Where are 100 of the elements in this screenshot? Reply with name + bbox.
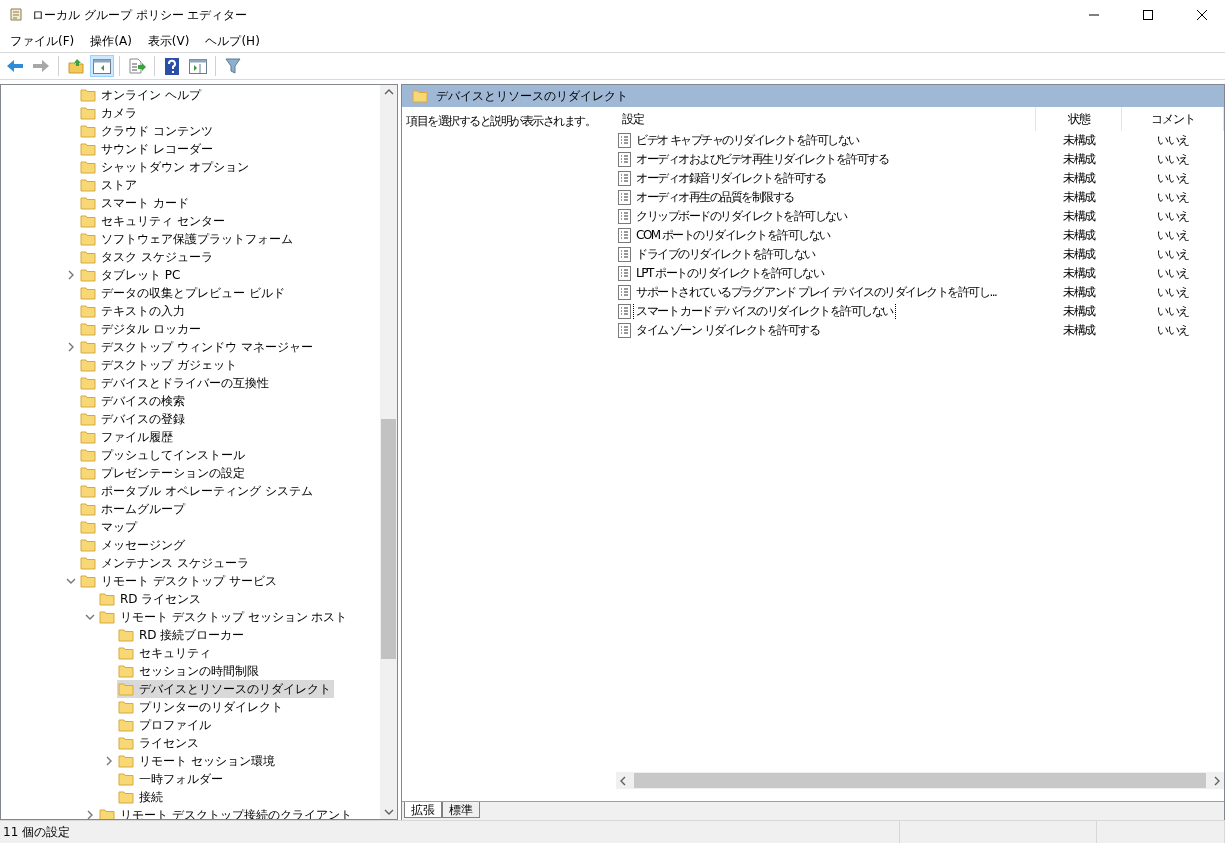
setting-name[interactable]: LPT ポートのリダイレクトを許可しない — [634, 265, 826, 282]
folder-icon — [80, 556, 96, 570]
chevron-right-icon[interactable] — [66, 342, 76, 352]
setting-name[interactable]: ビデオ キャプチャのリダイレクトを許可しない — [634, 132, 861, 149]
comment-cell-text: いいえ — [1156, 227, 1190, 244]
setting-name[interactable]: ドライブのリダイレクトを許可しない — [634, 246, 817, 263]
tree-item[interactable]: デジタル ロッカー — [79, 320, 204, 338]
tree-item[interactable]: クラウド コンテンツ — [79, 122, 216, 140]
column-header[interactable]: コメント — [1122, 107, 1224, 131]
folder-icon — [80, 268, 96, 282]
tree-item[interactable]: リモート デスクトップ サービス — [79, 572, 280, 590]
folder-icon — [80, 196, 96, 210]
tree-item[interactable]: デスクトップ ガジェット — [79, 356, 240, 374]
folder-icon — [80, 322, 96, 336]
menu-item[interactable]: 操作(A) — [82, 31, 140, 51]
folder-icon — [80, 358, 96, 372]
tree-item[interactable]: プレゼンテーションの設定 — [79, 464, 248, 482]
folder-icon — [80, 124, 96, 138]
folder-icon — [80, 214, 96, 228]
tree-item[interactable]: セッションの時間制限 — [117, 662, 262, 680]
tree-item[interactable]: データの収集とプレビュー ビルド — [79, 284, 288, 302]
tree-item[interactable]: デバイスの検索 — [79, 392, 188, 410]
tree-item[interactable]: オンライン ヘルプ — [79, 86, 204, 104]
state-cell-text: 未構成 — [1062, 151, 1097, 168]
setting-name[interactable]: クリップボードのリダイレクトを許可しない — [634, 208, 848, 225]
tree-item[interactable]: セキュリティ センター — [79, 212, 228, 230]
comment-cell-text: いいえ — [1156, 132, 1190, 149]
setting-name[interactable]: タイム ゾーン リダイレクトを許可する — [634, 322, 822, 339]
state-cell-text: 未構成 — [1062, 284, 1097, 301]
tree-item[interactable]: プロファイル — [117, 716, 214, 734]
setting-name[interactable]: オーディオおよびビデオ再生リダイレクトを許可する — [634, 151, 890, 168]
tree-item[interactable]: テキストの入力 — [79, 302, 188, 320]
tree-item[interactable]: タブレット PC — [79, 266, 184, 284]
folder-icon — [80, 286, 96, 300]
column-header[interactable]: 状態 — [1036, 107, 1122, 131]
tree-item[interactable]: プリンターのリダイレクト — [117, 698, 286, 716]
action-pane-icon — [189, 58, 207, 74]
folder-icon — [80, 304, 96, 318]
tree-item[interactable]: リモート セッション環境 — [117, 752, 278, 770]
menu-item[interactable]: ヘルプ(H) — [197, 31, 268, 51]
setting-name[interactable]: サポートされているプラグ アンド プレイ デバイスのリダイレクトを許可し... — [634, 284, 999, 301]
tree-item[interactable]: デバイスとリソースのリダイレクト — [117, 680, 334, 698]
vertical-scrollbar[interactable] — [380, 85, 397, 819]
comment-cell-text: いいえ — [1156, 265, 1190, 282]
tree-item[interactable]: ポータブル オペレーティング システム — [79, 482, 316, 500]
forward-arrow-icon — [32, 59, 50, 73]
tree-item[interactable]: 接続 — [117, 788, 166, 806]
comment-cell-text: いいえ — [1156, 246, 1190, 263]
column-header[interactable]: 設定 — [616, 107, 1036, 131]
setting-name[interactable]: COM ポートのリダイレクトを許可しない — [634, 227, 832, 244]
tree-item[interactable]: ストア — [79, 176, 140, 194]
setting-name[interactable]: オーディオ再生の品質を制限する — [634, 189, 796, 206]
tree-item[interactable]: カメラ — [79, 104, 140, 122]
tree-item[interactable]: RD ライセンス — [98, 590, 205, 608]
state-cell-text: 未構成 — [1062, 322, 1097, 339]
pane-title: デバイスとリソースのリダイレクト — [436, 87, 628, 105]
policy-setting-icon — [618, 247, 631, 262]
tree-item[interactable]: 一時フォルダー — [117, 770, 226, 788]
view-tab[interactable]: 標準 — [442, 802, 480, 818]
help-icon — [165, 57, 179, 75]
chevron-right-icon[interactable] — [66, 270, 76, 280]
tree-item[interactable]: タスク スケジューラ — [79, 248, 216, 266]
chevron-down-icon[interactable] — [66, 576, 76, 586]
tree-item[interactable]: プッシュしてインストール — [79, 446, 248, 464]
view-tab[interactable]: 拡張 — [404, 802, 442, 818]
toolbar-button[interactable] — [90, 55, 114, 77]
app-icon — [8, 7, 24, 23]
folder-icon — [80, 250, 96, 264]
setting-name[interactable]: スマート カード デバイスのリダイレクトを許可しない — [634, 303, 895, 320]
folder-icon — [118, 736, 134, 750]
folder-icon — [80, 178, 96, 192]
folder-icon — [412, 89, 428, 103]
tree-item[interactable]: RD 接続ブローカー — [117, 626, 248, 644]
folder-icon — [118, 700, 134, 714]
tree-item[interactable]: スマート カード — [79, 194, 192, 212]
tree-item[interactable]: ライセンス — [117, 734, 202, 752]
policy-setting-icon — [618, 190, 631, 205]
menu-item[interactable]: 表示(V) — [139, 31, 198, 51]
folder-icon — [118, 754, 134, 768]
folder-icon — [80, 466, 96, 480]
tree-item[interactable]: ソフトウェア保護プラットフォーム — [79, 230, 296, 248]
horizontal-scrollbar[interactable] — [616, 772, 1224, 789]
tree-item[interactable]: デスクトップ ウィンドウ マネージャー — [79, 338, 316, 356]
chevron-down-icon[interactable] — [85, 612, 95, 622]
menu-item[interactable]: ファイル(F) — [2, 31, 83, 51]
tree-item[interactable]: セキュリティ — [117, 644, 214, 662]
tree-item[interactable]: ホームグループ — [79, 500, 188, 518]
tree-item[interactable]: リモート デスクトップ セッション ホスト — [98, 608, 351, 626]
tree-item[interactable]: シャットダウン オプション — [79, 158, 252, 176]
tree-item[interactable]: サウンド レコーダー — [79, 140, 216, 158]
tree-item[interactable]: デバイスの登録 — [79, 410, 188, 428]
chevron-right-icon[interactable] — [104, 756, 114, 766]
tree-item[interactable]: マップ — [79, 518, 140, 536]
tree-item[interactable]: メッセージング — [79, 536, 188, 554]
tree-item[interactable]: メンテナンス スケジューラ — [79, 554, 252, 572]
tree-item[interactable]: ファイル履歴 — [79, 428, 176, 446]
export-list-icon — [128, 58, 146, 74]
tree-item[interactable]: デバイスとドライバーの互換性 — [79, 374, 272, 392]
setting-name[interactable]: オーディオ録音リダイレクトを許可する — [634, 170, 827, 187]
chevron-right-icon[interactable] — [85, 810, 95, 819]
